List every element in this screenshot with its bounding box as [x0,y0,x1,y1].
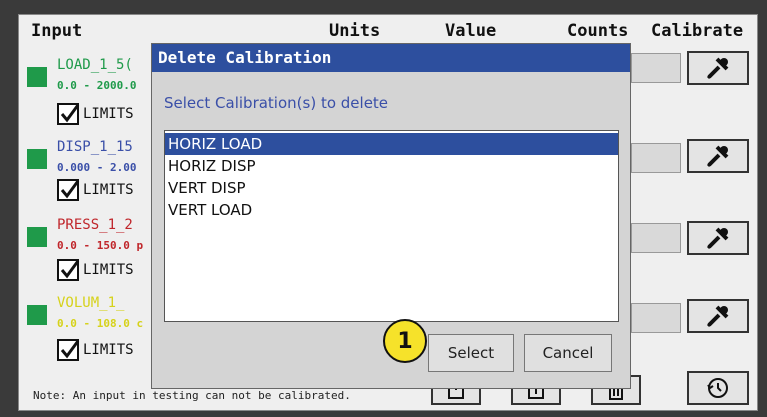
select-button[interactable]: Select [428,334,514,372]
input-color-swatch [27,305,47,325]
input-range: 0.0 - 150.0 p [57,239,144,252]
calibrate-button[interactable] [687,299,749,333]
input-name[interactable]: DISP_1_15 [57,139,133,155]
calibrate-button[interactable] [687,221,749,255]
input-name[interactable]: VOLUM_1_ [57,295,124,311]
counts-field [631,143,681,173]
limits-checkbox[interactable] [57,259,80,281]
list-item[interactable]: VERT LOAD [165,199,618,221]
wrench-screwdriver-icon [706,305,729,328]
checkmark-icon [60,180,80,199]
list-item[interactable]: VERT DISP [165,177,618,199]
wrench-screwdriver-icon [706,145,729,168]
checkmark-icon [60,104,80,123]
limits-checkbox[interactable] [57,179,80,201]
history-icon [707,378,728,398]
checkmark-icon [60,340,80,359]
header-input: Input [31,21,83,41]
input-color-swatch [27,67,47,87]
wrench-screwdriver-icon [706,227,729,250]
note-text: Note: An input in testing can not be cal… [33,389,351,402]
limits-label: LIMITS [83,262,134,278]
limits-label: LIMITS [83,106,134,122]
header-calibrate: Calibrate [651,21,744,41]
input-range: 0.000 - 2.00 [57,161,137,174]
calibration-list[interactable]: HORIZ LOAD HORIZ DISP VERT DISP VERT LOA… [164,130,619,322]
input-color-swatch [27,149,47,169]
header-counts: Counts [567,21,629,41]
input-range: 0.0 - 108.0 c [57,317,144,330]
app-frame: Input Units Value Counts Calibrate LOAD_… [0,0,767,417]
checkmark-icon [60,260,80,279]
calibration-panel: Input Units Value Counts Calibrate LOAD_… [18,14,758,411]
cancel-button[interactable]: Cancel [524,334,612,372]
step-callout-badge: 1 [383,319,427,363]
limits-checkbox[interactable] [57,103,80,125]
list-item[interactable]: HORIZ DISP [165,155,618,177]
wrench-screwdriver-icon [706,57,729,80]
list-item[interactable]: HORIZ LOAD [165,133,618,155]
limits-label: LIMITS [83,342,134,358]
calibrate-button[interactable] [687,51,749,85]
dialog-prompt: Select Calibration(s) to delete [164,94,389,112]
input-range: 0.0 - 2000.0 [57,79,137,92]
dialog-title: Delete Calibration [152,44,630,72]
history-button[interactable] [687,371,749,405]
input-color-swatch [27,227,47,247]
counts-field [631,53,681,83]
calibrate-button[interactable] [687,139,749,173]
limits-checkbox[interactable] [57,339,80,361]
header-units: Units [329,21,381,41]
input-name[interactable]: PRESS_1_2 [57,217,133,233]
counts-field [631,303,681,333]
input-name[interactable]: LOAD_1_5( [57,57,133,73]
counts-field [631,223,681,253]
header-value: Value [445,21,497,41]
limits-label: LIMITS [83,182,134,198]
